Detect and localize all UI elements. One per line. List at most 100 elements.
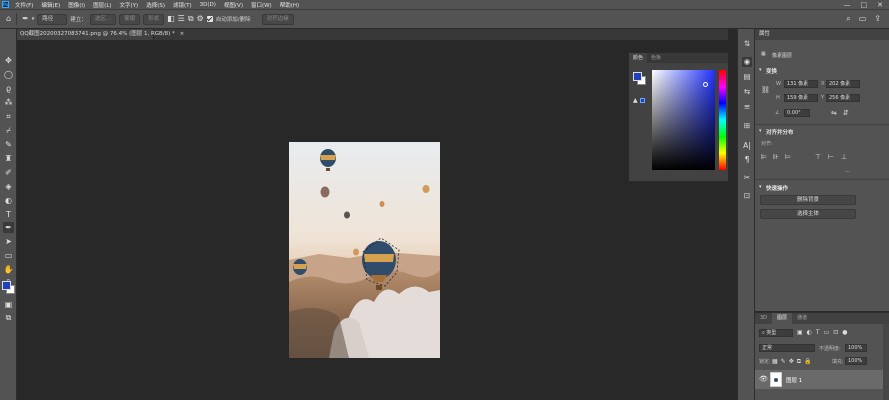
history-icon[interactable]: ⇅ <box>742 39 752 49</box>
close-icon[interactable]: ✕ <box>877 1 883 9</box>
menu-edit[interactable]: 编辑(E) <box>37 1 64 9</box>
align-edges-button[interactable]: 对齐边缘 <box>261 13 294 25</box>
brush-tool-icon[interactable]: ✎ <box>3 139 14 150</box>
menu-help[interactable]: 帮助(H) <box>276 1 303 9</box>
path-operations-icon[interactable]: ◧ <box>167 15 175 23</box>
height-field[interactable]: 159 像素 <box>784 94 818 102</box>
shape-tool-icon[interactable]: ▭ <box>3 250 14 261</box>
foreground-color-swatch[interactable] <box>633 72 642 81</box>
web-safe-color-icon[interactable] <box>640 98 645 103</box>
link-icon[interactable]: ⛓ <box>761 86 770 94</box>
make-shape-button[interactable]: 形状 <box>143 13 165 25</box>
menu-file[interactable]: 文件(F) <box>11 1 37 9</box>
tools-preset-icon[interactable]: ✂ <box>742 173 752 183</box>
path-alignment-icon[interactable]: ☰ <box>178 15 185 23</box>
eraser-tool-icon[interactable]: ◈ <box>3 181 14 192</box>
flip-vertical-icon[interactable]: ⇵ <box>843 109 849 117</box>
opacity-field[interactable]: 100% <box>845 344 867 352</box>
eyedropper-tool-icon[interactable]: ⌿ <box>3 125 14 136</box>
tab-channels[interactable]: 通道 <box>792 313 812 324</box>
layer-name[interactable]: 图层 1 <box>786 376 802 384</box>
workspace-icon[interactable]: ▭ <box>859 14 867 24</box>
remove-background-button[interactable]: 删除背景 <box>760 195 856 205</box>
properties-panel-icon[interactable]: ◉ <box>742 57 752 67</box>
path-selection-icon[interactable]: ➤ <box>3 236 14 247</box>
home-icon[interactable]: ⌂ <box>6 15 11 23</box>
align-bottom-icon[interactable]: ⊥ <box>841 153 847 161</box>
fill-field[interactable]: 100% <box>845 357 867 365</box>
channels-icon[interactable]: ≡ <box>742 102 752 112</box>
tab-color[interactable]: 颜色 <box>629 53 648 63</box>
tab-3d[interactable]: 3D <box>755 313 772 324</box>
tab-swatches[interactable]: 色板 <box>647 53 665 63</box>
magic-wand-tool-icon[interactable]: ⁂ <box>3 97 14 108</box>
properties-tab[interactable]: 属性 <box>759 29 770 40</box>
collapse-icon[interactable]: ▾ <box>759 128 762 134</box>
menu-view[interactable]: 视图(V) <box>220 1 247 9</box>
menu-3d[interactable]: 3D(D) <box>196 2 220 8</box>
pen-tool-icon[interactable]: ✒ <box>3 222 14 233</box>
paragraph-icon[interactable]: ¶ <box>742 155 752 165</box>
more-options-icon[interactable]: ··· <box>845 169 850 175</box>
stamp-tool-icon[interactable]: ♜ <box>3 153 14 164</box>
history-brush-icon[interactable]: ✐ <box>3 167 14 178</box>
align-left-icon[interactable]: ⊫ <box>761 153 767 161</box>
make-selection-button[interactable]: 选区... <box>89 13 117 25</box>
hand-tool-icon[interactable]: ✋ <box>3 264 14 275</box>
menu-layer[interactable]: 图层(L) <box>89 1 115 9</box>
path-arrangement-icon[interactable]: ⧉ <box>188 15 194 23</box>
document-image[interactable] <box>289 142 440 358</box>
auto-add-delete-checkbox[interactable] <box>206 16 213 22</box>
menu-filter[interactable]: 滤镜(T) <box>169 1 196 9</box>
lasso-tool-icon[interactable]: ϱ <box>3 83 14 94</box>
paths-icon[interactable]: ⊞ <box>742 121 752 131</box>
align-top-icon[interactable]: ⊤ <box>815 153 821 161</box>
menu-image[interactable]: 图像(I) <box>64 1 89 9</box>
document-tab[interactable]: QQ截图20200327083741.png @ 76.4% (图层 1, RG… <box>17 29 184 40</box>
character-icon[interactable]: A| <box>742 141 752 151</box>
angle-field[interactable]: 0.00° <box>784 109 810 117</box>
x-field[interactable]: 202 像素 <box>826 80 860 88</box>
layer-row[interactable]: 👁 图层 1 <box>755 370 889 389</box>
share-icon[interactable]: ⇪ <box>874 14 881 24</box>
quick-mask-icon[interactable]: ▣ <box>3 299 14 310</box>
collapse-icon[interactable]: ▾ <box>759 184 762 190</box>
hue-slider[interactable] <box>719 70 726 170</box>
gear-icon[interactable]: ⚙ <box>197 15 204 23</box>
make-mask-button[interactable]: 蒙版 <box>119 13 141 25</box>
type-tool-icon[interactable]: T <box>3 209 14 220</box>
eye-icon[interactable]: 👁 <box>759 375 768 383</box>
blend-mode-select[interactable]: 正常 <box>759 344 815 352</box>
search-icon[interactable]: ⌕ <box>846 14 850 24</box>
menu-select[interactable]: 选择(S) <box>142 1 169 9</box>
width-field[interactable]: 131 像素 <box>784 80 818 88</box>
layers-scrollbar[interactable] <box>883 324 889 400</box>
dodge-tool-icon[interactable]: ◐ <box>3 195 14 206</box>
layer-filter-icons[interactable]: ▣◐T▭⊡● <box>797 329 852 336</box>
flip-horizontal-icon[interactable]: ⇋ <box>831 109 837 117</box>
lock-icons[interactable]: ▦✎✥⧉🔒 <box>772 358 814 366</box>
chevron-down-icon[interactable]: ▾ <box>32 15 35 23</box>
menu-window[interactable]: 窗口(W) <box>247 1 276 9</box>
close-tab-icon[interactable]: × <box>180 31 185 37</box>
minimize-icon[interactable]: — <box>844 1 851 9</box>
select-subject-button[interactable]: 选择主体 <box>760 209 856 219</box>
align-middle-v-icon[interactable]: ⊢ <box>828 153 834 161</box>
tab-layers[interactable]: 图层 <box>772 313 793 324</box>
foreground-color-swatch[interactable] <box>2 281 11 290</box>
pen-tool-icon[interactable]: ✒ <box>22 15 29 23</box>
move-tool-icon[interactable]: ✥ <box>3 55 14 66</box>
layer-filter-select[interactable]: ⌕ 类型 <box>759 329 793 337</box>
mode-select[interactable]: 路径 <box>37 13 68 25</box>
align-right-icon[interactable]: ⊨ <box>785 153 791 161</box>
color-picker-cursor[interactable] <box>703 82 708 87</box>
crop-tool-icon[interactable]: ⌗ <box>3 111 14 122</box>
menu-type[interactable]: 文字(Y) <box>116 1 143 9</box>
marquee-tool-icon[interactable]: ◯ <box>3 69 14 80</box>
screen-mode-icon[interactable]: ⧉ <box>3 312 14 323</box>
y-field[interactable]: 256 像素 <box>826 94 860 102</box>
maximize-icon[interactable]: □ <box>861 1 868 9</box>
collapse-icon[interactable]: ▾ <box>759 67 762 73</box>
adjustments-icon[interactable]: ⇆ <box>742 87 752 97</box>
align-center-h-icon[interactable]: ⊪ <box>773 153 779 161</box>
